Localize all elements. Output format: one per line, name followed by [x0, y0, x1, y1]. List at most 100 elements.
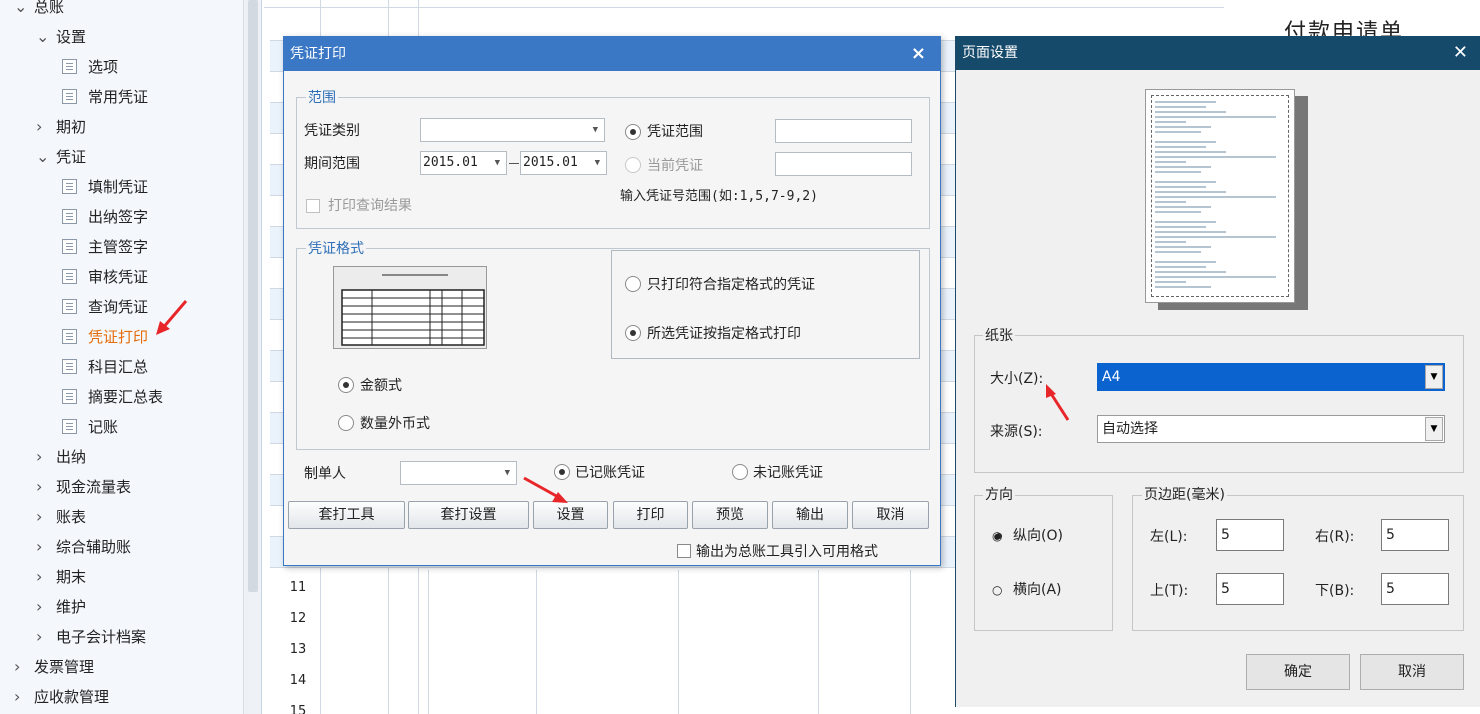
sidebar-item[interactable]: 科目汇总	[62, 353, 148, 381]
cancel-button[interactable]: 取消	[852, 501, 929, 529]
all-selected-label: 所选凭证按指定格式打印	[647, 326, 801, 342]
chevron-right-icon[interactable]: ›	[36, 113, 50, 141]
voucher-range-radio[interactable]	[625, 124, 641, 140]
sidebar-item-label: 期初	[56, 118, 87, 136]
overlay-settings-button[interactable]: 套打设置	[408, 501, 529, 529]
sidebar-scrollbar[interactable]	[243, 0, 261, 714]
sidebar-item[interactable]: 主管签字	[62, 233, 148, 261]
export-format-checkbox[interactable]	[677, 544, 691, 558]
document-icon	[62, 89, 77, 104]
current-voucher-radio[interactable]	[625, 157, 641, 173]
document-icon	[62, 419, 77, 434]
paper-size-select[interactable]: A4 ▼	[1097, 363, 1445, 391]
export-button[interactable]: 输出	[772, 501, 848, 529]
sidebar-item[interactable]: › 维护	[36, 593, 86, 621]
sidebar-item-label: 常用凭证	[88, 88, 149, 106]
sidebar-item[interactable]: 填制凭证	[62, 173, 148, 201]
chevron-right-icon[interactable]: ›	[36, 623, 50, 651]
chevron-right-icon[interactable]: ›	[36, 503, 50, 531]
chevron-down-icon[interactable]: ⌄	[36, 23, 50, 51]
sidebar-item-label: 审核凭证	[88, 268, 149, 286]
unposted-radio[interactable]	[732, 464, 748, 480]
chevron-right-icon[interactable]: ›	[14, 683, 28, 711]
sidebar-item[interactable]: 凭证打印	[62, 323, 148, 351]
sidebar-item[interactable]: ⌄ 总账	[14, 0, 64, 21]
period-to-select[interactable]: 2015.01 ▼	[520, 151, 607, 175]
chevron-right-icon[interactable]: ›	[14, 653, 28, 681]
top-margin-input[interactable]: 5	[1216, 573, 1284, 605]
range-hint: 输入凭证号范围(如:1,5,7-9,2)	[620, 189, 818, 204]
print-query-result-checkbox[interactable]	[306, 199, 320, 213]
row-number: 12	[289, 611, 307, 626]
current-voucher-input[interactable]	[775, 152, 912, 176]
paper-source-value: 自动选择	[1102, 421, 1158, 437]
all-selected-radio[interactable]	[625, 325, 641, 341]
dialog-titlebar[interactable]: 凭证打印 ×	[284, 37, 940, 71]
sidebar-item[interactable]: › 电子会计档案	[36, 623, 146, 651]
grid-line	[678, 570, 679, 714]
format-group-legend: 凭证格式	[306, 241, 366, 257]
sidebar-item[interactable]: 出纳签字	[62, 203, 148, 231]
annotation-arrow-icon	[156, 300, 188, 335]
preview-button[interactable]: 预览	[692, 501, 768, 529]
sidebar-item[interactable]: › 期初	[36, 113, 86, 141]
sidebar-item-label: 摘要汇总表	[88, 388, 164, 406]
chevron-down-icon[interactable]: ⌄	[36, 143, 50, 171]
chevron-down-icon: ▼	[1425, 417, 1443, 441]
amount-format-radio[interactable]	[338, 377, 354, 393]
chevron-right-icon[interactable]: ›	[36, 443, 50, 471]
margins-group	[1132, 495, 1464, 631]
paper-size-label: 大小(Z):	[990, 371, 1044, 387]
sidebar-item[interactable]: › 账表	[36, 503, 86, 531]
sidebar-item[interactable]: › 发票管理	[14, 653, 94, 681]
ok-button[interactable]: 确定	[1246, 654, 1350, 690]
sidebar-item[interactable]: › 现金流量表	[36, 473, 131, 501]
chevron-right-icon[interactable]: ›	[36, 593, 50, 621]
sidebar-item-label: 凭证	[56, 148, 87, 166]
row-number: 13	[289, 642, 307, 657]
sidebar-item-label: 科目汇总	[88, 358, 149, 376]
close-icon[interactable]: ✕	[1453, 36, 1468, 70]
page-setup-titlebar[interactable]: 页面设置 ✕	[956, 36, 1480, 70]
export-format-label: 输出为总账工具引入可用格式	[696, 544, 878, 560]
voucher-type-select[interactable]: ▼	[420, 118, 605, 142]
print-button[interactable]: 打印	[613, 501, 688, 529]
period-from-select[interactable]: 2015.01 ▼	[420, 151, 507, 175]
overlay-tool-button[interactable]: 套打工具	[288, 501, 405, 529]
sidebar-item[interactable]: › 综合辅助账	[36, 533, 131, 561]
paper-group-legend: 纸张	[983, 328, 1015, 344]
margins-group-legend: 页边距(毫米)	[1142, 487, 1227, 503]
sidebar-item-label: 设置	[56, 28, 87, 46]
sidebar-item[interactable]: ⌄ 设置	[36, 23, 86, 51]
right-margin-input[interactable]: 5	[1381, 519, 1449, 551]
sidebar-item[interactable]: 审核凭证	[62, 263, 148, 291]
document-icon	[62, 209, 77, 224]
chevron-down-icon[interactable]: ⌄	[14, 0, 28, 21]
sidebar-item[interactable]: › 出纳	[36, 443, 86, 471]
maker-select[interactable]: ▼	[400, 461, 517, 485]
chevron-right-icon[interactable]: ›	[36, 533, 50, 561]
sidebar-item[interactable]: 摘要汇总表	[62, 383, 163, 411]
scrollbar-thumb[interactable]	[248, 0, 258, 592]
chevron-right-icon[interactable]: ›	[36, 473, 50, 501]
cancel-button[interactable]: 取消	[1360, 654, 1464, 690]
paper-source-select[interactable]: 自动选择 ▼	[1097, 415, 1445, 443]
sidebar-item[interactable]: ⌄ 凭证	[36, 143, 86, 171]
close-icon[interactable]: ×	[911, 37, 926, 71]
only-matching-radio[interactable]	[625, 276, 641, 292]
sidebar-item[interactable]: › 应收款管理	[14, 683, 109, 711]
sidebar-item[interactable]: 常用凭证	[62, 83, 148, 111]
voucher-print-dialog: 凭证打印 × 范围 凭证类别 ▼ 期间范围 2015.01 ▼ 2015.01 ▼ …	[283, 36, 941, 566]
sidebar-item-label: 账表	[56, 508, 87, 526]
page-preview	[1145, 89, 1295, 303]
left-margin-input[interactable]: 5	[1216, 519, 1284, 551]
quantity-format-radio[interactable]	[338, 415, 354, 431]
chevron-right-icon[interactable]: ›	[36, 563, 50, 591]
radio-empty-icon[interactable]: ○	[992, 580, 1002, 600]
sidebar-item[interactable]: 选项	[62, 53, 118, 81]
bottom-margin-input[interactable]: 5	[1381, 573, 1449, 605]
voucher-range-input[interactable]	[775, 119, 912, 143]
sidebar-item[interactable]: 记账	[62, 413, 118, 441]
sidebar-item[interactable]: 查询凭证	[62, 293, 148, 321]
sidebar-item[interactable]: › 期末	[36, 563, 86, 591]
